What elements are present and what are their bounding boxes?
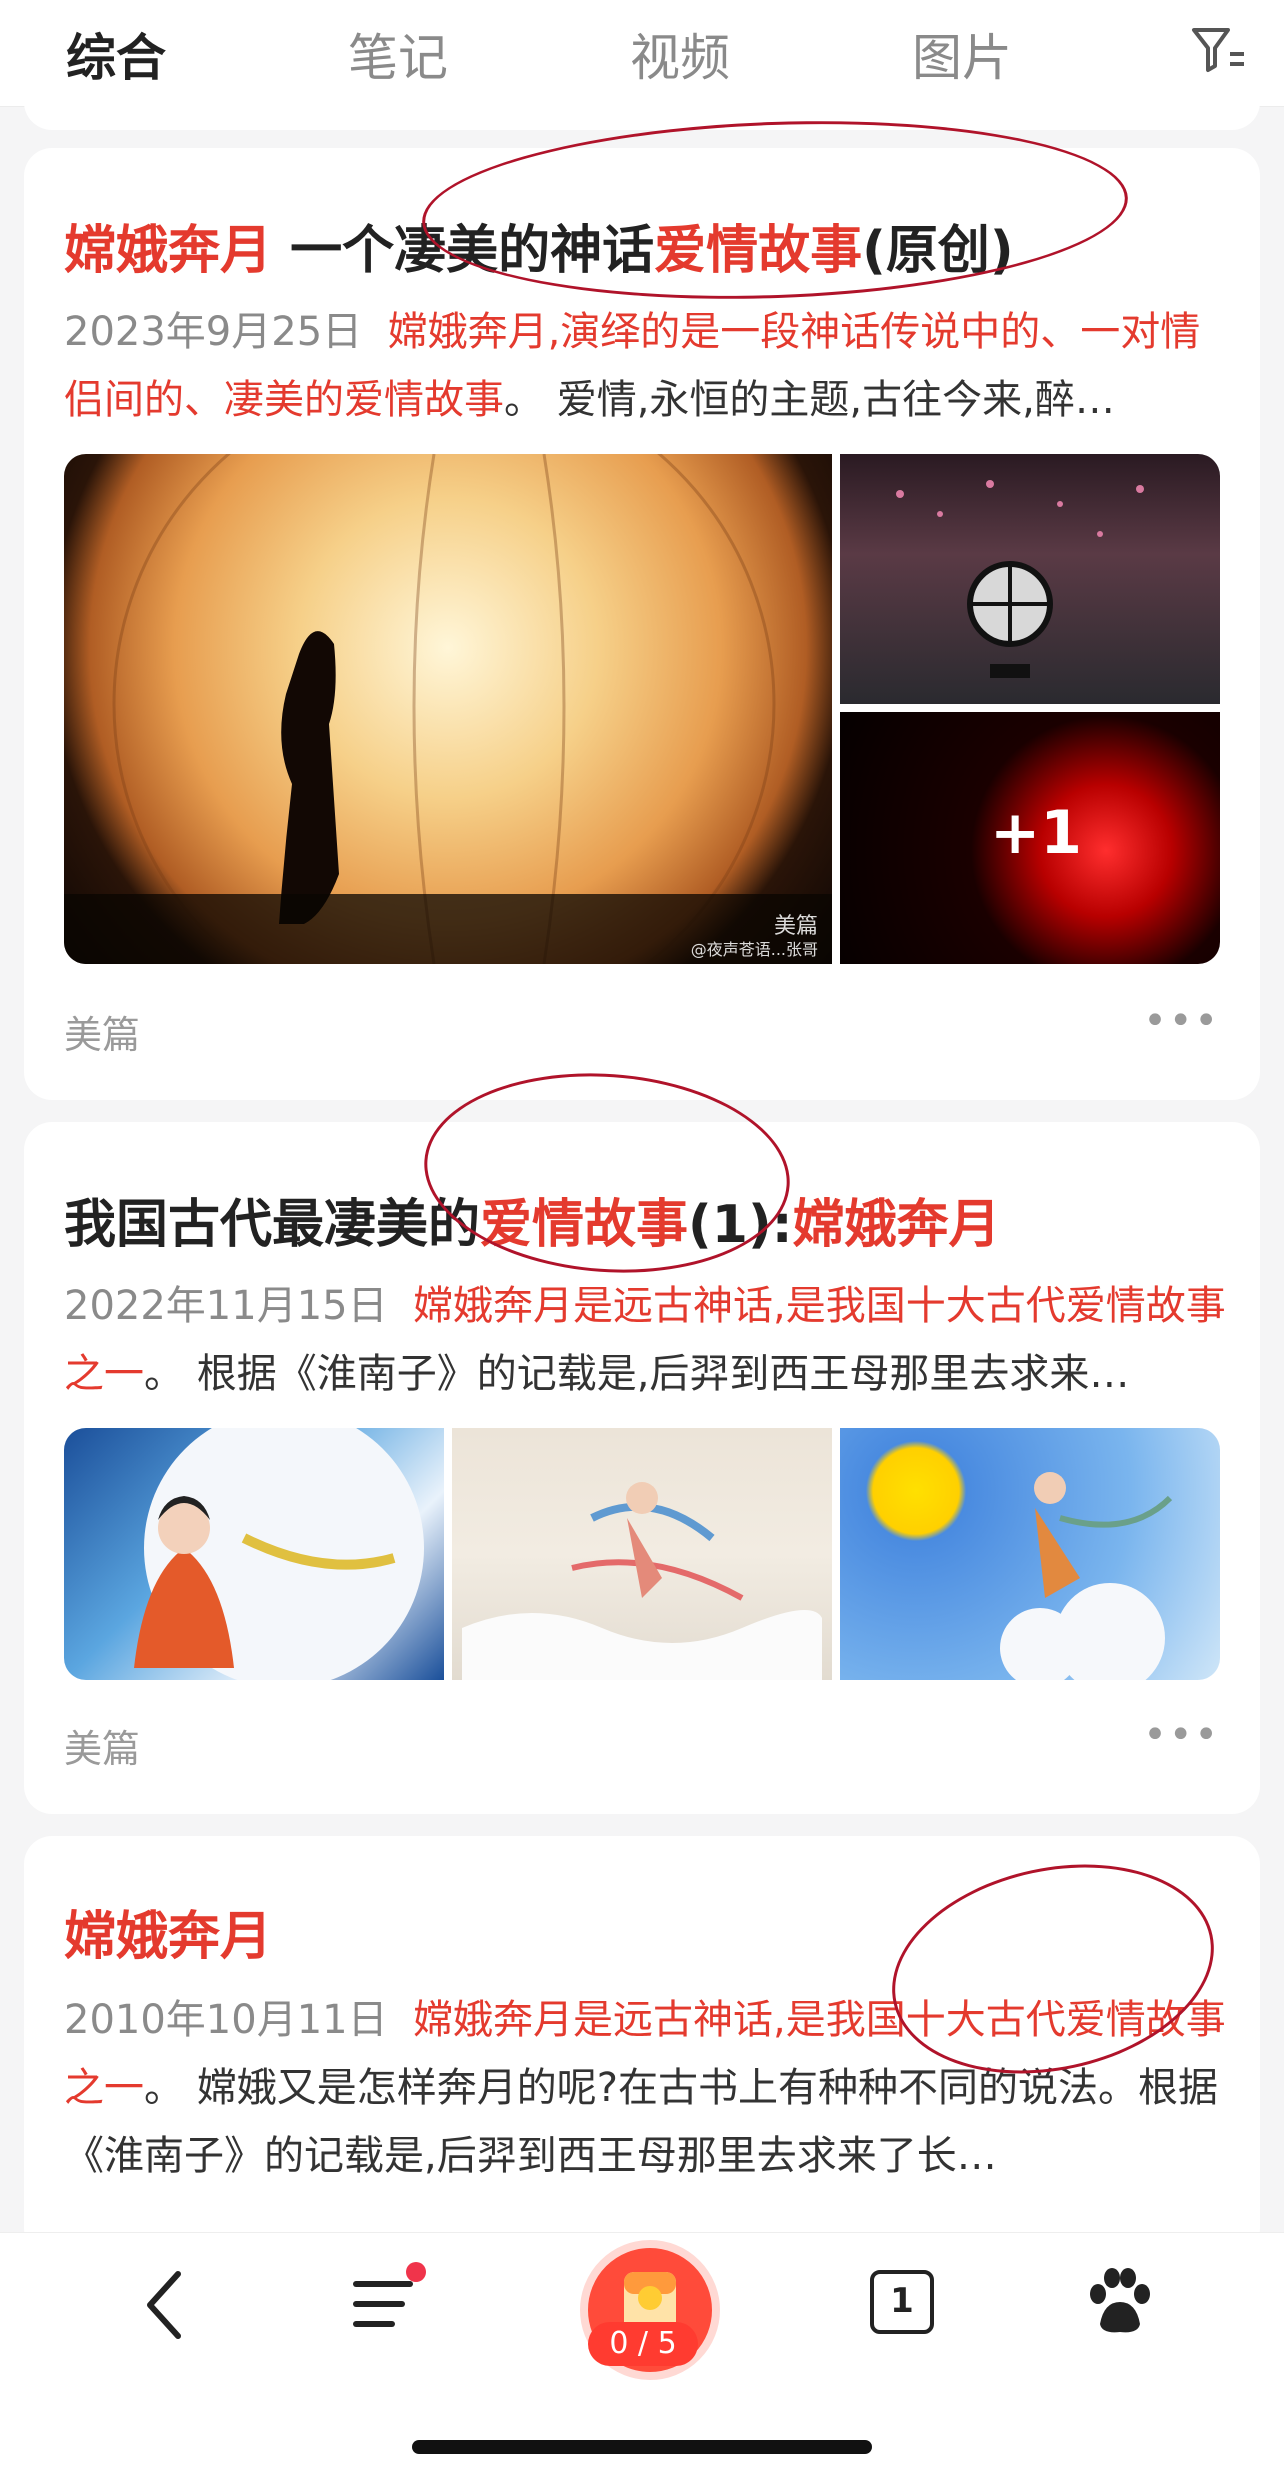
previous-card-edge bbox=[24, 90, 1260, 130]
menu-icon[interactable] bbox=[352, 2274, 416, 2336]
figure-illustration bbox=[462, 1482, 822, 1680]
moon-lantern-photo[interactable]: 美篇 @夜声苍语...张哥 bbox=[64, 454, 832, 964]
change-illustration-3[interactable] bbox=[840, 1428, 1220, 1680]
red-packet-counter: 0 / 5 bbox=[588, 2322, 698, 2366]
result-snippet: 2023年9月25日 嫦娥奔月,演绎的是一段神话传说中的、一对情侣间的、凄美的爱… bbox=[64, 309, 1201, 423]
result-title[interactable]: 嫦娥奔月 bbox=[64, 1894, 272, 1969]
result-snippet: 2022年11月15日 嫦娥奔月是远古神话,是我国十大古代爱情故事之一。 根据《… bbox=[64, 1283, 1226, 1397]
tab-videos[interactable]: 视频 bbox=[630, 18, 730, 90]
tab-all[interactable]: 综合 bbox=[66, 18, 166, 90]
silhouette-figure bbox=[64, 454, 832, 964]
result-source[interactable]: 美篇 bbox=[64, 1004, 140, 1059]
tab-notes[interactable]: 笔记 bbox=[348, 18, 448, 90]
notification-dot bbox=[406, 2262, 426, 2282]
figure-illustration bbox=[134, 1428, 424, 1680]
result-source[interactable]: 美篇 bbox=[64, 1718, 140, 1773]
change-illustration-2[interactable] bbox=[452, 1428, 832, 1680]
baidu-paw-icon[interactable] bbox=[1086, 2268, 1152, 2336]
figure-illustration bbox=[1000, 1472, 1173, 1680]
more-options-icon[interactable]: ••• bbox=[1143, 998, 1220, 1044]
back-icon[interactable] bbox=[140, 2270, 190, 2340]
window-icon bbox=[896, 480, 1144, 678]
more-options-icon[interactable]: ••• bbox=[1143, 1712, 1220, 1758]
tab-count-button[interactable]: 1 bbox=[870, 2270, 934, 2334]
tab-images[interactable]: 图片 bbox=[912, 18, 1012, 90]
change-illustration-1[interactable] bbox=[64, 1428, 444, 1680]
plum-window-photo[interactable] bbox=[840, 454, 1220, 704]
red-lantern-photo[interactable]: +1 bbox=[840, 712, 1220, 964]
home-indicator bbox=[412, 2440, 872, 2454]
more-images-count: +1 bbox=[990, 798, 1083, 868]
watermark-author: @夜声苍语...张哥 bbox=[690, 940, 818, 959]
filter-icon[interactable] bbox=[1188, 24, 1248, 76]
